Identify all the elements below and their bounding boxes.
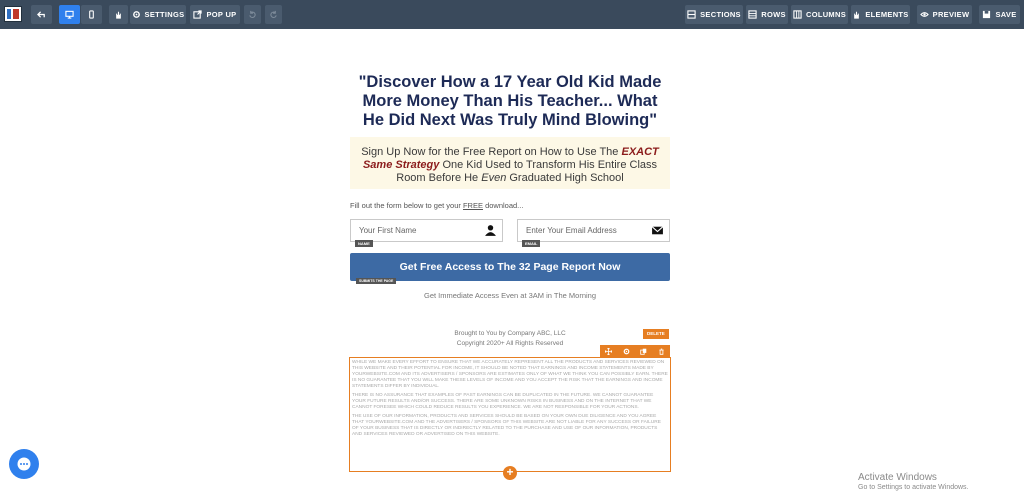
popup-icon bbox=[193, 10, 203, 19]
undo-icon bbox=[249, 10, 256, 19]
app-logo[interactable] bbox=[4, 6, 22, 22]
email-field-tag: EMAIL bbox=[522, 240, 541, 247]
access-note[interactable]: Get Immediate Access Even at 3AM in The … bbox=[350, 291, 670, 300]
name-field-tag: NAME bbox=[355, 240, 373, 247]
mobile-icon bbox=[89, 10, 94, 19]
elements-icon bbox=[854, 11, 860, 19]
add-element-button[interactable]: + bbox=[503, 466, 517, 480]
mobile-view-button[interactable] bbox=[81, 5, 102, 24]
first-name-field[interactable]: Your First Name bbox=[350, 219, 503, 242]
elements-label: ELEMENTS bbox=[865, 10, 909, 19]
form-label-text-2: download... bbox=[482, 201, 524, 210]
disclaimer-paragraph: There is no assurance that examples of p… bbox=[352, 393, 654, 410]
preview-label: PREVIEW bbox=[932, 10, 970, 19]
settings-gear-icon[interactable] bbox=[622, 347, 630, 355]
save-icon bbox=[983, 10, 991, 19]
columns-label: COLUMNS bbox=[805, 10, 846, 19]
settings-button[interactable]: SETTINGS bbox=[130, 5, 186, 24]
chat-bubble-icon bbox=[17, 457, 31, 471]
rows-icon bbox=[748, 10, 757, 19]
element-tools bbox=[600, 345, 670, 357]
popup-label: POP UP bbox=[206, 10, 237, 19]
undo-button[interactable] bbox=[244, 5, 261, 24]
popup-button[interactable]: POP UP bbox=[190, 5, 240, 24]
first-name-placeholder: Your First Name bbox=[359, 226, 417, 235]
trash-icon[interactable] bbox=[657, 347, 665, 355]
activate-title: Activate Windows bbox=[858, 472, 937, 483]
redo-button[interactable] bbox=[265, 5, 282, 24]
subheadline-text-3: Graduated High School bbox=[506, 172, 624, 184]
form-label-text-1: Fill out the form below to get your bbox=[350, 201, 463, 210]
activate-sub: Go to Settings to activate Windows. bbox=[858, 484, 969, 491]
back-arrow-icon bbox=[37, 11, 45, 18]
hand-tool-button[interactable] bbox=[109, 5, 128, 24]
desktop-view-button[interactable] bbox=[59, 5, 80, 24]
chat-widget-button[interactable] bbox=[9, 449, 39, 479]
settings-label: SETTINGS bbox=[144, 10, 185, 19]
subheadline-box[interactable]: Sign Up Now for the Free Report on How t… bbox=[350, 137, 670, 189]
submit-tag: SUBMITS THE PAGE bbox=[356, 278, 397, 284]
save-label: SAVE bbox=[995, 10, 1017, 19]
disclaimer-paragraph: While we make every effort to ensure tha… bbox=[352, 360, 668, 389]
desktop-icon bbox=[65, 10, 74, 19]
rows-label: ROWS bbox=[761, 10, 786, 19]
email-placeholder: Enter Your Email Address bbox=[526, 226, 617, 235]
user-icon bbox=[485, 225, 496, 236]
move-icon[interactable] bbox=[605, 347, 613, 355]
sections-label: SECTIONS bbox=[700, 10, 741, 19]
eye-icon bbox=[919, 12, 929, 17]
form-label-free: FREE bbox=[462, 201, 483, 210]
subheadline-italic: Even bbox=[481, 172, 507, 184]
preview-button[interactable]: PREVIEW bbox=[917, 5, 972, 24]
sections-button[interactable]: SECTIONS bbox=[685, 5, 743, 24]
columns-button[interactable]: COLUMNS bbox=[791, 5, 848, 24]
activate-windows-watermark: Activate Windows Go to Settings to activ… bbox=[858, 472, 969, 491]
disclaimer-text: While we make every effort to ensure tha… bbox=[352, 360, 668, 438]
save-button[interactable]: SAVE bbox=[979, 5, 1020, 24]
hand-icon bbox=[116, 11, 121, 19]
editor-toolbar: SETTINGS POP UP SECTIONS ROWS COLUMNS EL… bbox=[0, 0, 1024, 29]
gear-icon bbox=[132, 11, 140, 18]
subheadline-text-1: Sign Up Now for the Free Report on How t… bbox=[361, 146, 622, 158]
back-button[interactable] bbox=[31, 5, 52, 24]
columns-icon bbox=[793, 10, 802, 19]
email-field[interactable]: Enter Your Email Address bbox=[517, 219, 670, 242]
sections-icon bbox=[687, 10, 696, 19]
delete-tooltip: DELETE bbox=[643, 329, 669, 339]
selected-disclaimer-block[interactable]: While we make every effort to ensure tha… bbox=[349, 357, 671, 472]
get-access-button[interactable]: Get Free Access to The 32 Page Report No… bbox=[350, 253, 670, 281]
rows-button[interactable]: ROWS bbox=[746, 5, 788, 24]
redo-icon bbox=[270, 10, 277, 19]
company-line: Brought to You by Company ABC, LLC bbox=[454, 330, 566, 337]
disclaimer-paragraph: The use of our information, products and… bbox=[352, 414, 661, 437]
envelope-icon bbox=[651, 226, 664, 235]
elements-button[interactable]: ELEMENTS bbox=[851, 5, 910, 24]
form-label: Fill out the form below to get your FREE… bbox=[350, 201, 523, 210]
page-headline[interactable]: "Discover How a 17 Year Old Kid Made Mor… bbox=[350, 73, 670, 130]
duplicate-icon[interactable] bbox=[640, 347, 648, 355]
